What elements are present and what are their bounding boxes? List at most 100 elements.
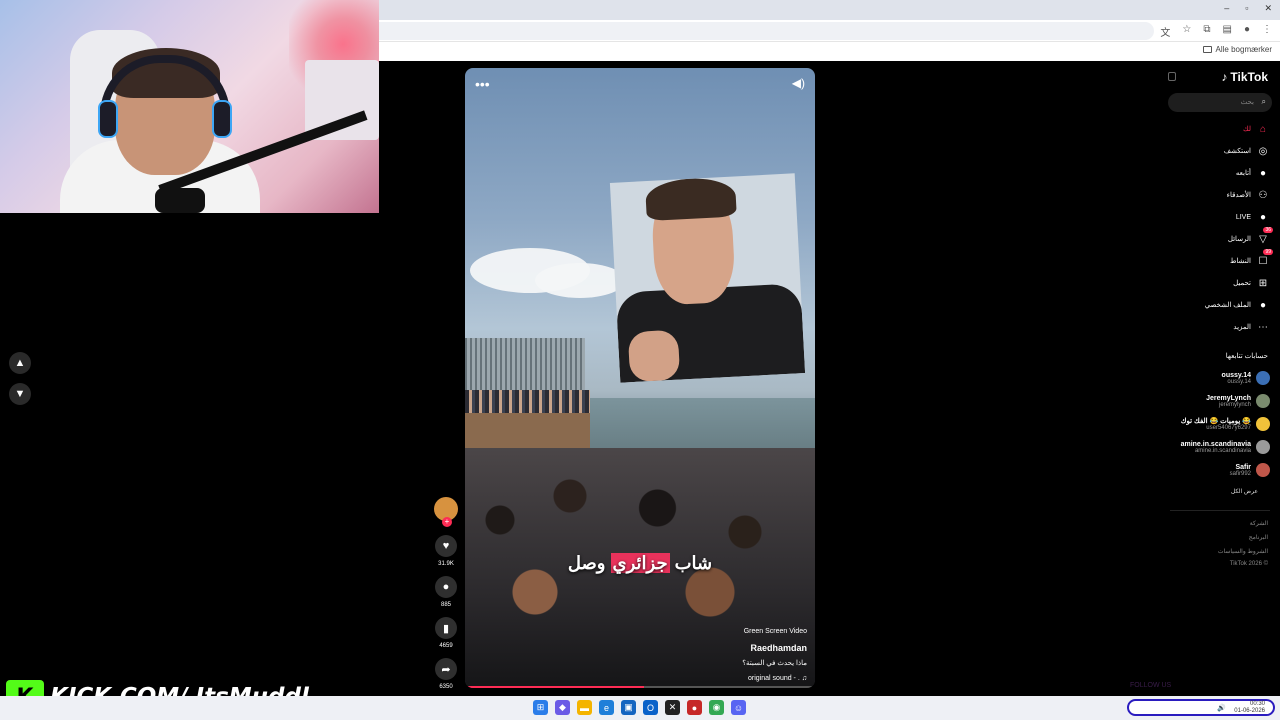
followed-account-name: JeremyLynch: [1206, 394, 1251, 402]
x-app-icon[interactable]: ✕: [665, 700, 680, 715]
video-author[interactable]: Raedhamdan: [742, 643, 807, 653]
tiktok-logo[interactable]: ♪ TikTok: [1221, 70, 1268, 84]
search-input[interactable]: بحث ⌕: [1168, 93, 1272, 112]
following-avatar-icon: ●: [1259, 167, 1267, 179]
bookmarks-bar: Alle bogmærker: [379, 42, 1280, 61]
browser-titlebar: – ▫ ✕: [379, 0, 1280, 20]
messages-icon: ▽ 36: [1259, 227, 1273, 245]
chevron-down-icon: ▼: [14, 388, 26, 400]
webcam-feed: [0, 0, 379, 213]
sidebar-item-label: النشاط: [1229, 258, 1251, 265]
browser-menu-icon[interactable]: ⋮: [1262, 24, 1272, 39]
followed-account[interactable]: يوميات 😂 الفك توك 😂 user54067y6297: [1181, 417, 1270, 431]
next-video-button[interactable]: ▼: [9, 383, 31, 405]
footer-link[interactable]: الشركة: [1250, 520, 1268, 527]
comment-icon: ●: [442, 581, 450, 593]
avatar: [1256, 463, 1270, 477]
discord-icon[interactable]: ☺: [731, 700, 746, 715]
share-count: 6350: [439, 684, 453, 690]
green-screen-tag[interactable]: Green Screen Video: [742, 628, 807, 635]
follow-plus-icon[interactable]: +: [442, 517, 452, 527]
see-all-link[interactable]: عرض الكل: [1231, 488, 1258, 495]
windows-start-icon[interactable]: ⊞: [533, 700, 548, 715]
followed-account-text: amine.in.scandinavia amine.in.scandinavia: [1181, 441, 1251, 454]
followed-account-text: يوميات 😂 الفك توك 😂 user54067y6297: [1181, 417, 1251, 431]
volume-tray-icon[interactable]: 🔊: [1217, 704, 1226, 712]
followed-account-text: Safir safir992: [1230, 464, 1251, 477]
taskbar: ⊞ ◆ ▬ e ▣ O ✕ ● ◉ ☺ 🔊 00:30 01-06-2026: [0, 696, 1280, 720]
footer-link[interactable]: البرنامج: [1249, 534, 1268, 541]
followed-account[interactable]: JeremyLynch jeremylynch: [1206, 394, 1270, 408]
sidebar-item[interactable]: تحميل ⊞: [1233, 276, 1270, 290]
sidebar-item[interactable]: الرسائل ▽ 36: [1228, 227, 1273, 246]
bookmark-icon: ▮: [442, 622, 450, 635]
sidebar-item-label: استكشف: [1223, 148, 1251, 155]
collapse-sidebar-icon[interactable]: [1168, 72, 1176, 81]
heart-icon: ♥: [442, 540, 450, 552]
video-player[interactable]: ••• ◀) شاب جزائري وصل Green Screen Video…: [465, 68, 815, 688]
translate-icon[interactable]: 文: [1160, 24, 1170, 39]
screen: – ▫ ✕ 文 ☆ ⧉ ▤ ● ⋮ Alle bogmærker ▲ ▼ •••…: [0, 0, 1280, 720]
profile-icon[interactable]: ●: [1244, 24, 1250, 39]
minimize-icon[interactable]: –: [1224, 3, 1229, 14]
sidebar-item[interactable]: النشاط ☐ 99: [1229, 249, 1273, 268]
save-button[interactable]: ▮: [435, 617, 457, 639]
tabs-icon[interactable]: ▤: [1223, 24, 1232, 39]
followed-account-text: JeremyLynch jeremylynch: [1206, 395, 1251, 408]
clock[interactable]: 00:30 01-06-2026: [1234, 701, 1265, 715]
all-bookmarks-button[interactable]: Alle bogmærker: [1202, 45, 1272, 54]
following-section-title: حسابات تتابعها: [1225, 353, 1268, 360]
tiktok-note-icon: ♪: [1221, 70, 1228, 84]
sidebar-item-label: أتابعه: [1235, 170, 1251, 177]
sidebar-item[interactable]: لك ⌂: [1243, 122, 1270, 136]
browser-toolbar: 文 ☆ ⧉ ▤ ● ⋮: [379, 20, 1280, 42]
video-more-icon[interactable]: •••: [475, 76, 490, 92]
previous-video-button[interactable]: ▲: [9, 352, 31, 374]
copilot-icon[interactable]: ◆: [555, 700, 570, 715]
extensions-icon[interactable]: ⧉: [1203, 24, 1210, 39]
sidebar-item-label: المزيد: [1233, 324, 1251, 331]
creator-avatar[interactable]: +: [434, 497, 458, 527]
sidebar-item[interactable]: المزيد ⋯: [1233, 320, 1270, 334]
video-progress-fill: [465, 686, 644, 688]
store-icon[interactable]: ▣: [621, 700, 636, 715]
followed-account[interactable]: oussy.14 oussy.14: [1222, 371, 1270, 385]
maximize-icon[interactable]: ▫: [1245, 3, 1248, 14]
outlook-icon[interactable]: O: [643, 700, 658, 715]
profile-icon: ●: [1259, 299, 1267, 311]
avatar: [1256, 371, 1270, 385]
sidebar-item[interactable]: LIVE ●: [1236, 210, 1270, 224]
comment-button[interactable]: ●: [435, 576, 457, 598]
sidebar-item[interactable]: أتابعه ●: [1236, 166, 1270, 180]
file-explorer-icon[interactable]: ▬: [577, 700, 592, 715]
video-caption: شاب جزائري وصل: [567, 553, 713, 573]
like-button[interactable]: ♥: [435, 535, 457, 557]
video-actions: + ♥ 31.9K ● 885 ▮ 4659 ➦ 6350: [432, 497, 460, 699]
chrome-icon[interactable]: ◉: [709, 700, 724, 715]
sidebar-item-label: الملف الشخصي: [1204, 302, 1251, 309]
followed-account-handle: oussy.14: [1227, 378, 1251, 385]
activity-icon: ☐ 99: [1258, 249, 1273, 267]
comment-count: 885: [440, 602, 451, 608]
followed-account-name: يوميات 😂 الفك توك 😂: [1180, 418, 1251, 425]
stream-ticker: FOLLOW US: [1130, 682, 1172, 689]
video-sound[interactable]: original sound - . ♫: [742, 675, 807, 682]
edge-icon[interactable]: e: [599, 700, 614, 715]
followed-account[interactable]: Safir safir992: [1230, 463, 1270, 477]
sidebar-item[interactable]: الملف الشخصي ●: [1205, 298, 1270, 312]
sidebar-item-label: لك: [1242, 126, 1251, 133]
sidebar-item[interactable]: الأصدقاء ⚇: [1227, 188, 1270, 202]
video-progress-bar[interactable]: [465, 686, 815, 688]
footer-link[interactable]: الشروط والسياسات: [1218, 548, 1268, 555]
close-icon[interactable]: ✕: [1264, 3, 1272, 14]
recording-app-icon[interactable]: ●: [687, 700, 702, 715]
volume-icon[interactable]: ◀): [792, 76, 805, 90]
music-note-icon: ♫: [801, 675, 807, 682]
system-tray[interactable]: 🔊 00:30 01-06-2026: [1127, 699, 1275, 716]
sidebar-item[interactable]: استكشف ◎: [1224, 144, 1270, 158]
address-bar[interactable]: [379, 22, 1154, 40]
followed-account[interactable]: amine.in.scandinavia amine.in.scandinavia: [1181, 440, 1270, 454]
share-button[interactable]: ➦: [435, 658, 457, 680]
followed-account-handle: safir992: [1229, 470, 1251, 477]
star-icon[interactable]: ☆: [1182, 24, 1191, 39]
